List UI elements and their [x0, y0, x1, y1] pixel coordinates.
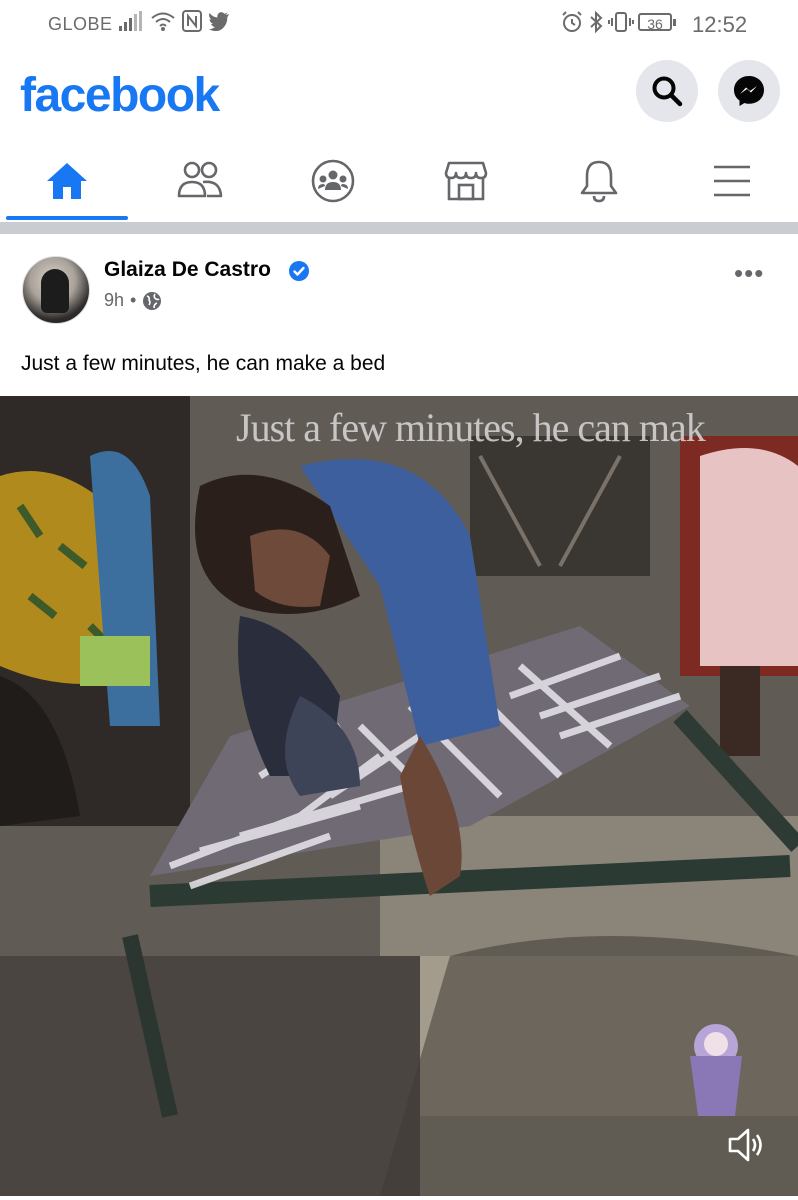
bluetooth-icon: [590, 10, 603, 34]
battery-indicator: 36: [638, 13, 676, 32]
tab-marketplace[interactable]: [403, 140, 529, 222]
video-frame: [0, 396, 798, 1196]
post-meta: 9h •: [104, 290, 162, 311]
messenger-button[interactable]: [718, 60, 780, 122]
clock: 12:52: [692, 12, 748, 37]
search-button[interactable]: [636, 60, 698, 122]
meta-separator: •: [130, 290, 137, 310]
tab-notifications[interactable]: [536, 140, 662, 222]
tab-groups[interactable]: [270, 140, 396, 222]
post-header: Glaiza De Castro 9h • ••• Just a few min…: [0, 234, 798, 394]
signal-icon: [119, 11, 142, 31]
notifications-icon: [580, 160, 618, 203]
tab-friends[interactable]: [137, 140, 263, 222]
app-header: facebook: [0, 50, 798, 140]
feed-divider: [0, 222, 798, 234]
post-options-button[interactable]: •••: [734, 258, 764, 289]
volume-button[interactable]: [724, 1122, 770, 1168]
nfc-icon: [182, 10, 202, 32]
post-video[interactable]: Just a few minutes, he can mak: [0, 396, 798, 1196]
marketplace-icon: [444, 161, 488, 201]
facebook-logo[interactable]: facebook: [20, 68, 220, 123]
status-icons-right: 36: [560, 10, 676, 34]
home-icon: [47, 163, 87, 199]
search-icon: [652, 76, 683, 107]
tab-bar: [0, 140, 798, 222]
speaker-muted-icon: [728, 1128, 762, 1162]
post-text: Just a few minutes, he can make a bed: [21, 352, 386, 375]
groups-icon: [311, 159, 355, 203]
video-caption: Just a few minutes, he can mak: [236, 405, 706, 450]
active-tab-indicator: [6, 216, 128, 220]
menu-icon: [714, 165, 750, 197]
verified-badge-icon: [289, 261, 309, 281]
avatar[interactable]: [22, 256, 90, 324]
wifi-icon: [151, 12, 175, 31]
tab-home[interactable]: [4, 140, 130, 222]
twitter-icon: [208, 12, 229, 31]
tab-menu[interactable]: [669, 140, 795, 222]
carrier-label: GLOBE: [48, 14, 113, 34]
messenger-icon: [734, 76, 764, 106]
alarm-icon: [562, 11, 582, 32]
friends-icon: [177, 161, 223, 198]
post-time[interactable]: 9h: [104, 290, 124, 311]
status-bar: GLOBE 36 12:52: [0, 0, 798, 50]
vibrate-icon: [608, 12, 634, 32]
avatar-figure: [41, 269, 69, 313]
globe-icon: [143, 291, 162, 310]
status-icons-left: [118, 10, 230, 32]
post-author-name[interactable]: Glaiza De Castro: [104, 258, 271, 282]
